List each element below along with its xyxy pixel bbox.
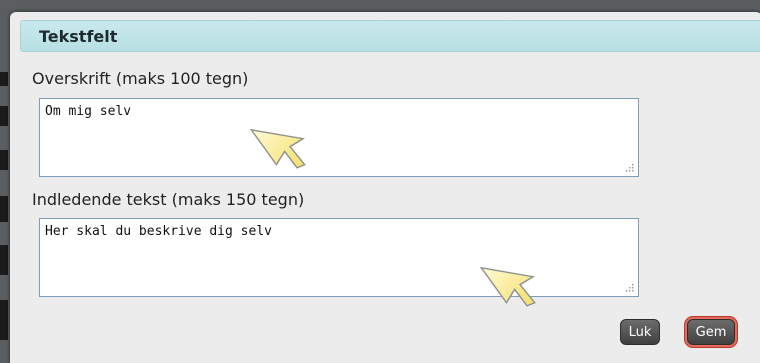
heading-textarea[interactable]: Om mig selv	[39, 98, 639, 177]
background-strip	[0, 300, 8, 340]
save-button[interactable]: Gem	[687, 319, 735, 345]
resize-grip-icon[interactable]	[625, 163, 634, 172]
background-strip	[0, 196, 8, 222]
pointer-arrow-icon	[480, 266, 536, 307]
dialog-title: Tekstfelt	[39, 27, 118, 46]
text-field-dialog: Tekstfelt Overskrift (maks 100 tegn) Om …	[10, 12, 760, 363]
close-button[interactable]: Luk	[620, 319, 660, 345]
background-strip	[0, 245, 8, 275]
intro-textarea-value: Her skal du beskrive dig selv	[45, 224, 272, 239]
intro-field-label: Indledende tekst (maks 150 tegn)	[32, 190, 305, 209]
resize-grip-icon[interactable]	[625, 283, 634, 292]
background-strip	[0, 150, 8, 170]
background-strip	[0, 106, 8, 126]
pointer-arrow-icon	[250, 128, 306, 169]
heading-textarea-value: Om mig selv	[45, 104, 132, 119]
background-strip	[0, 72, 8, 86]
dialog-titlebar: Tekstfelt	[20, 20, 760, 52]
intro-textarea[interactable]: Her skal du beskrive dig selv	[39, 218, 639, 297]
heading-field-label: Overskrift (maks 100 tegn)	[32, 69, 249, 88]
